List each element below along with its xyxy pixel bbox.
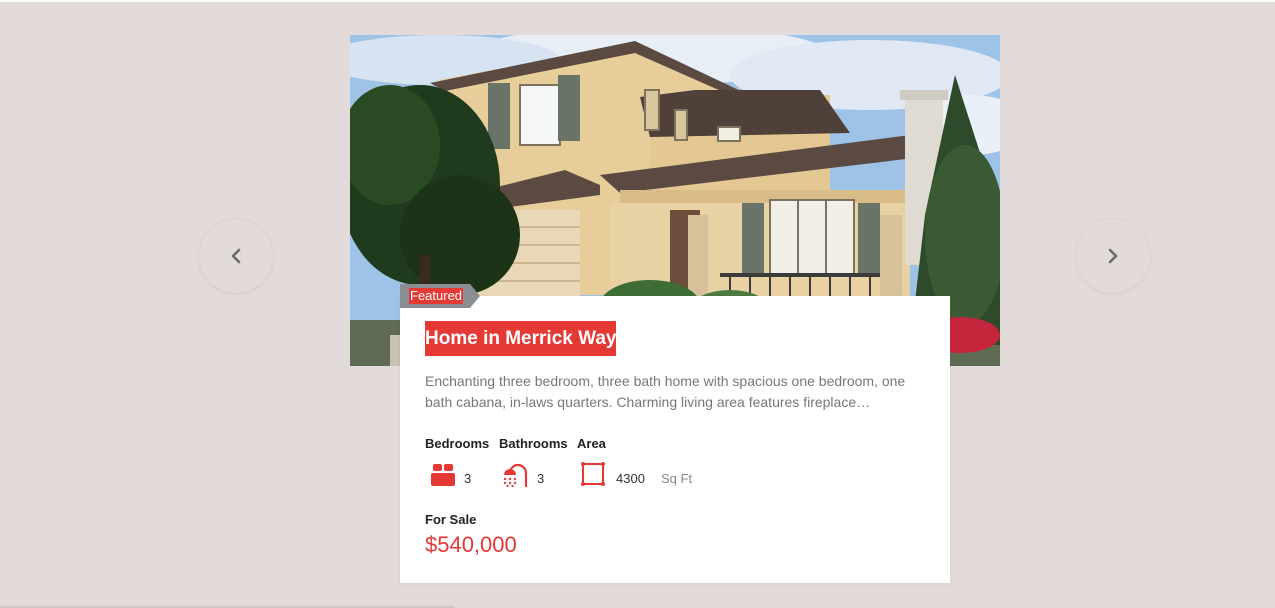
bedrooms-value: 3 [464,471,472,486]
top-divider [0,0,1275,2]
bed-icon [431,464,455,486]
area-unit: Sq Ft [661,471,693,486]
area-label: Area [577,436,606,451]
bathrooms-value: 3 [537,471,545,486]
chevron-right-icon [1108,248,1118,264]
featured-badge: Featured [400,284,480,308]
bathrooms-label: Bathrooms [499,436,568,451]
area-icon [581,462,605,486]
prev-slide-button[interactable] [199,219,273,293]
listing-price: $540,000 [425,532,517,557]
property-card: Home in Merrick Way Enchanting three bed… [400,296,950,583]
property-title[interactable]: Home in Merrick Way [425,321,617,356]
bedrooms-label: Bedrooms [425,436,490,451]
area-value: 4300 [616,471,645,486]
chevron-left-icon [231,248,241,264]
next-slide-button[interactable] [1076,219,1150,293]
property-description: Enchanting three bedroom, three bath hom… [425,373,906,410]
shower-icon [503,463,528,487]
featured-label: Featured [409,288,464,304]
listing-status: For Sale [425,512,477,527]
feature-values: 3 3 4300 Sq Ft [400,461,950,501]
